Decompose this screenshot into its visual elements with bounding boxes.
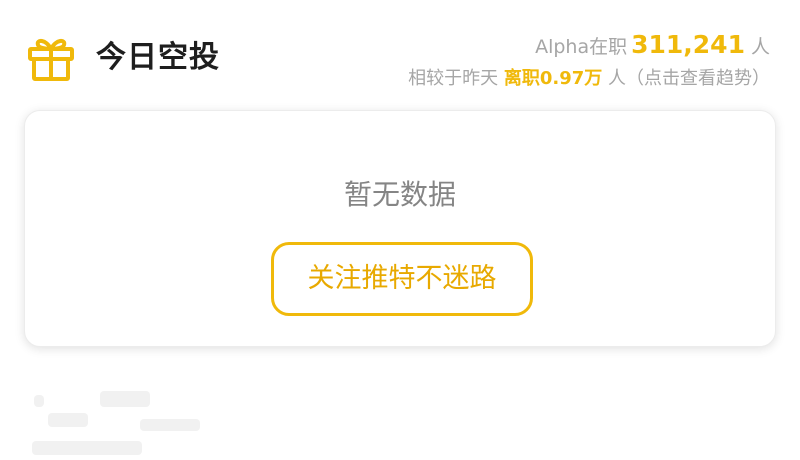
page-title: 今日空投: [96, 40, 220, 75]
airdrop-page: 今日空投 Alpha在职 311,241 人 相较于昨天 离职0.97万 人（点击查…: [0, 0, 800, 460]
alpha-stats: Alpha在职 311,241 人 相较于昨天 离职0.97万 人（点击查看趋势）: [408, 28, 770, 94]
gift-icon: [28, 38, 74, 81]
employed-stat: Alpha在职 311,241 人: [408, 28, 770, 64]
header: 今日空投 Alpha在职 311,241 人 相较于昨天 离职0.97万 人（点击查…: [0, 0, 800, 105]
faded-placeholder: [30, 385, 210, 460]
airdrop-card: 暂无数据 关注推特不迷路: [24, 110, 776, 347]
trend-link[interactable]: 相较于昨天 离职0.97万 人（点击查看趋势）: [408, 64, 770, 94]
change-value: 离职0.97万: [503, 68, 603, 89]
employed-unit: 人: [750, 36, 770, 58]
empty-state-text: 暂无数据: [343, 178, 456, 211]
compare-prefix: 相较于昨天: [408, 68, 499, 89]
employed-count: 311,241: [631, 30, 745, 59]
follow-twitter-button[interactable]: 关注推特不迷路: [271, 242, 533, 316]
employed-prefix: Alpha在职: [535, 36, 628, 58]
compare-suffix: 人（点击查看趋势）: [608, 68, 770, 89]
